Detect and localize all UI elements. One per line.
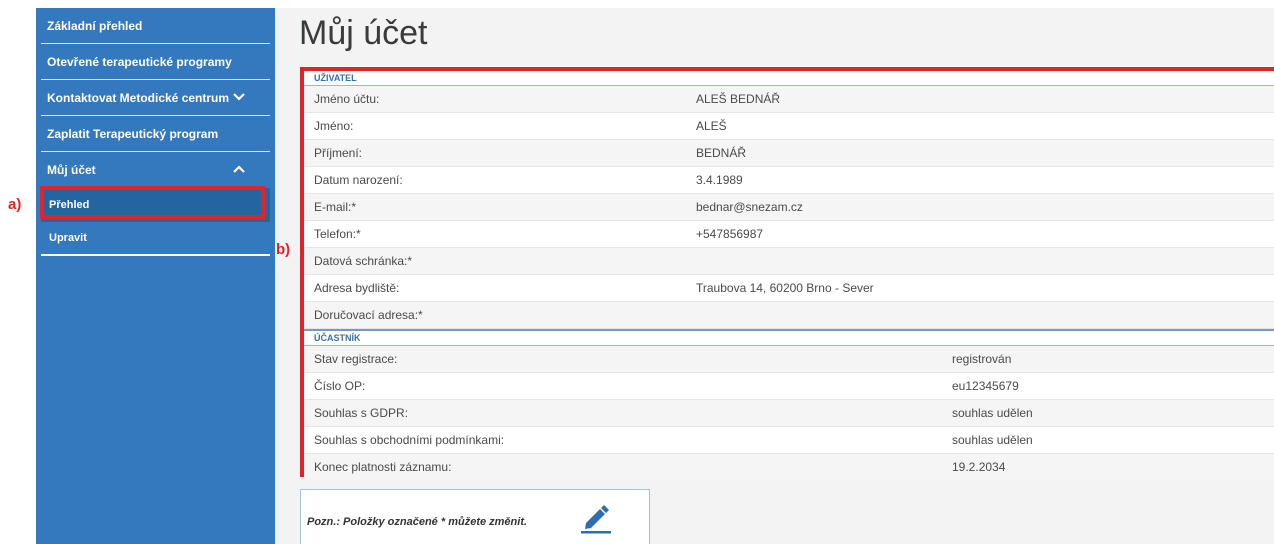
table-row: Adresa bydliště: Traubova 14, 60200 Brno… [304,275,1274,302]
field-value: bednar@snezam.cz [696,200,803,214]
sidebar-item-label: Otevřené terapeutické programy [47,54,232,69]
field-label: Adresa bydliště: [314,281,400,295]
sidebar-item-label: Zaplatit Terapeutický program [47,126,219,141]
sidebar-item-zakladni-prehled[interactable]: Základní přehled [41,8,270,44]
field-value: 19.2.2034 [952,460,1006,474]
field-value: Traubova 14, 60200 Brno - Sever [696,281,874,295]
chevron-up-icon[interactable] [232,162,246,176]
sidebar: Základní přehled Otevřené terapeutické p… [36,8,275,544]
sidebar-item-kontaktovat[interactable]: Kontaktovat Metodické centrum [41,80,270,116]
table-row: Doručovací adresa:* [304,302,1274,329]
sidebar-item-muj-ucet[interactable]: Můj účet [41,152,270,188]
field-label: Stav registrace: [314,352,398,366]
highlight-box-a [40,186,265,219]
annotation-label-b: b) [276,241,291,258]
note-text: Pozn.: Položky označené * můžete změnit. [307,516,528,528]
table-row: Souhlas s obchodními podmínkami: souhlas… [304,427,1274,454]
field-label: Jméno: [314,119,354,133]
chevron-down-icon[interactable] [232,90,246,104]
field-label: E-mail:* [314,200,357,214]
table-row: E-mail:* bednar@snezam.cz [304,194,1274,221]
table-row: Číslo OP: eu12345679 [304,373,1274,400]
field-value: ALEŠ [696,119,727,133]
account-info-panel: UŽIVATEL Jméno účtu: ALEŠ BEDNÁŘ Jméno: … [300,67,1274,480]
table-row: Konec platnosti záznamu: 19.2.2034 [304,454,1274,480]
field-value: BEDNÁŘ [696,146,747,160]
table-row: Jméno účtu: ALEŠ BEDNÁŘ [304,86,1274,113]
table-row: Souhlas s GDPR: souhlas udělen [304,400,1274,427]
field-label: Datová schránka:* [314,254,413,268]
table-row: Stav registrace: registrován [304,346,1274,373]
annotation-label-a: a) [8,196,22,213]
sidebar-subitem-upravit[interactable]: Upravit [41,222,270,256]
field-label: Konec platnosti záznamu: [314,460,452,474]
note-box: Pozn.: Položky označené * můžete změnit. [300,489,650,544]
page-title: Můj účet [299,14,428,52]
section-heading-ucastnik: ÚČASTNÍK [304,329,1274,346]
field-value: registrován [952,352,1012,366]
field-value: +547856987 [696,227,764,241]
table-row: Příjmení: BEDNÁŘ [304,140,1274,167]
field-label: Jméno účtu: [314,92,380,106]
section-heading-uzivatel: UŽIVATEL [304,71,1274,86]
table-row: Jméno: ALEŠ [304,113,1274,140]
field-label: Datum narození: [314,173,403,187]
sidebar-item-zaplatit[interactable]: Zaplatit Terapeutický program [41,116,270,152]
field-label: Příjmení: [314,146,363,160]
pencil-icon[interactable] [578,501,614,535]
sidebar-item-label: Základní přehled [47,18,143,33]
sidebar-item-otevrene-programy[interactable]: Otevřené terapeutické programy [41,44,270,80]
field-value: eu12345679 [952,379,1019,393]
sidebar-subitem-label: Upravit [49,232,87,244]
field-label: Číslo OP: [314,379,366,393]
field-label: Souhlas s obchodními podmínkami: [314,433,505,447]
field-value: 3.4.1989 [696,173,743,187]
field-label: Souhlas s GDPR: [314,406,409,420]
table-row: Datová schránka:* [304,248,1274,275]
sidebar-item-label: Kontaktovat Metodické centrum [47,90,230,105]
table-row: Datum narození: 3.4.1989 [304,167,1274,194]
field-value: souhlas udělen [952,433,1033,447]
field-value: souhlas udělen [952,406,1033,420]
field-label: Telefon:* [314,227,361,241]
field-label: Doručovací adresa:* [314,308,423,322]
field-value: ALEŠ BEDNÁŘ [696,92,781,106]
sidebar-item-label: Můj účet [47,163,96,177]
table-row: Telefon:* +547856987 [304,221,1274,248]
